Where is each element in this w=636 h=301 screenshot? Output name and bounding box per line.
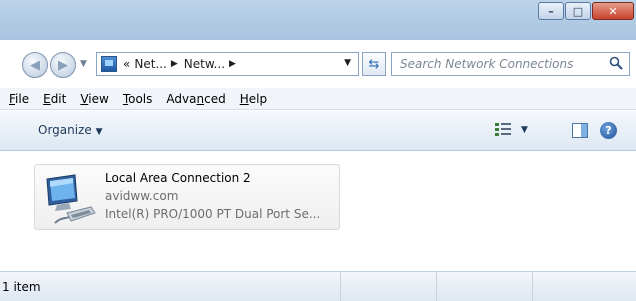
menu-help[interactable]: Help — [233, 90, 274, 108]
connections-list: Local Area Connection 2 avidww.com Intel… — [0, 152, 636, 269]
view-options-dropdown-icon[interactable]: ▼ — [521, 125, 528, 135]
status-bar: 1 item — [0, 271, 636, 301]
connection-name: Local Area Connection 2 — [105, 171, 251, 185]
breadcrumb-separator-icon[interactable]: ▶ — [229, 59, 236, 69]
search-input[interactable]: Search Network Connections — [391, 52, 630, 76]
organize-label: Organize — [38, 123, 92, 137]
connection-network: avidww.com — [105, 189, 179, 203]
status-divider — [532, 272, 533, 301]
help-icon[interactable]: ? — [600, 122, 617, 139]
menu-advanced[interactable]: Advanced — [159, 90, 232, 108]
menu-file[interactable]: File — [2, 90, 36, 108]
close-icon: ✕ — [608, 4, 618, 18]
maximize-icon: □ — [572, 4, 584, 18]
menu-edit[interactable]: Edit — [36, 90, 73, 108]
chevron-down-icon: ▼ — [80, 59, 87, 69]
breadcrumb-overflow[interactable]: « — [123, 57, 130, 71]
recent-pages-dropdown[interactable]: ▼ — [80, 59, 87, 69]
breadcrumb-item[interactable]: Netw... — [184, 57, 225, 71]
menu-view[interactable]: View — [73, 90, 115, 108]
menu-tools[interactable]: Tools — [116, 90, 160, 108]
status-divider — [436, 272, 437, 301]
change-view-button[interactable]: ▼ — [495, 122, 528, 138]
preview-pane-icon[interactable] — [572, 123, 588, 138]
address-dropdown-icon[interactable]: ▼ — [344, 58, 351, 68]
connection-adapter: Intel(R) PRO/1000 PT Dual Port Se... — [105, 207, 321, 221]
back-button[interactable]: ◀ — [22, 52, 48, 78]
menu-bar: File Edit View Tools Advanced Help — [0, 88, 636, 110]
command-bar: Organize ▼ ▼ ? — [0, 111, 636, 151]
item-count: 1 item — [2, 280, 41, 294]
organize-button[interactable]: Organize ▼ — [38, 123, 103, 137]
network-adapter-icon — [46, 174, 96, 224]
breadcrumb-item[interactable]: Net... — [134, 57, 167, 71]
title-bar: – □ ✕ — [0, 0, 636, 40]
back-arrow-icon: ◀ — [30, 57, 40, 73]
maximize-button[interactable]: □ — [565, 2, 591, 20]
change-view-icon — [495, 122, 511, 138]
search-icon[interactable] — [609, 56, 623, 70]
breadcrumb-separator-icon[interactable]: ▶ — [171, 59, 178, 69]
forward-button[interactable]: ▶ — [50, 52, 76, 78]
list-item[interactable]: Local Area Connection 2 avidww.com Intel… — [34, 164, 340, 230]
refresh-icon: ⇆ — [368, 56, 380, 72]
search-placeholder: Search Network Connections — [400, 57, 574, 71]
address-row: ◀ ▶ ▼ « Net... ▶ Netw... ▶ ▼ ⇆ Search Ne… — [0, 50, 636, 80]
refresh-button[interactable]: ⇆ — [362, 52, 386, 76]
network-connections-icon — [101, 56, 117, 72]
close-button[interactable]: ✕ — [592, 2, 634, 20]
forward-arrow-icon: ▶ — [58, 57, 68, 73]
minimize-button[interactable]: – — [538, 2, 564, 20]
status-divider — [340, 272, 341, 301]
minimize-icon: – — [548, 4, 554, 18]
chevron-down-icon: ▼ — [95, 127, 103, 137]
list-item-text: Local Area Connection 2 avidww.com Intel… — [105, 169, 320, 223]
address-bar[interactable]: « Net... ▶ Netw... ▶ ▼ — [96, 52, 359, 76]
window-controls: – □ ✕ — [537, 2, 634, 20]
